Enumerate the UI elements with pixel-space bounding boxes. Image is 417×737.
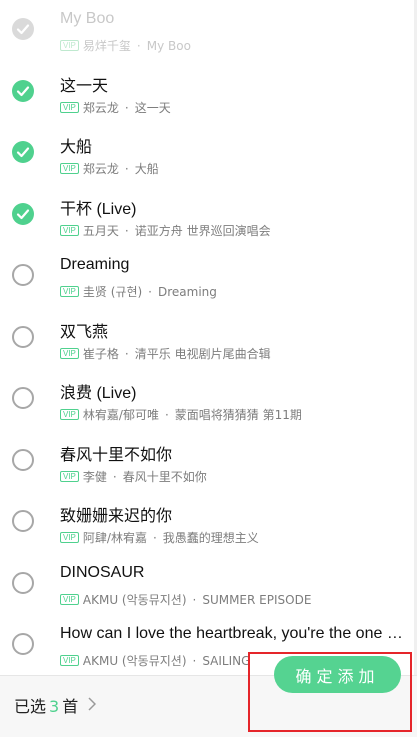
vip-badge: VIP bbox=[60, 101, 79, 113]
meta-separator: · bbox=[112, 469, 117, 484]
meta-separator: · bbox=[136, 39, 141, 53]
song-title: 双飞燕 bbox=[60, 323, 109, 341]
song-album: 大船 bbox=[134, 162, 159, 176]
empty-circle-icon[interactable] bbox=[12, 264, 34, 286]
selected-prefix: 已选 bbox=[14, 697, 47, 716]
vip-badge: VIP bbox=[60, 532, 79, 543]
selected-suffix: 首 bbox=[62, 697, 79, 716]
song-meta: VIP 圭贤 (규현) · Dreaming bbox=[60, 283, 406, 300]
song-row[interactable]: 双飞燕 VIP 崔子格 · 清平乐 电视剧片尾曲合辑 bbox=[0, 314, 417, 375]
highlight-box bbox=[248, 652, 412, 732]
vip-badge: VIP bbox=[60, 655, 79, 666]
song-meta: VIP 五月天 · 诺亚方舟 世界巡回演唱会 bbox=[60, 222, 406, 239]
meta-separator: · bbox=[192, 654, 197, 668]
check-circle-icon[interactable] bbox=[12, 202, 34, 225]
meta-separator: · bbox=[124, 346, 129, 361]
song-artist: 五月天 bbox=[82, 223, 119, 238]
song-list: My Boo VIP 易烊千玺 · My Boo 这一天 VIP 郑云龙 · 这一天 大船 VIP 郑云… bbox=[0, 0, 417, 675]
vip-badge: VIP bbox=[60, 224, 79, 236]
song-row[interactable]: 这一天 VIP 郑云龙 · 这一天 bbox=[0, 68, 417, 129]
song-title: 干杯 (Live) bbox=[60, 200, 137, 218]
selected-count-summary[interactable]: 已选 3 首 bbox=[14, 693, 78, 717]
song-title: 这一天 bbox=[60, 77, 109, 95]
song-album: 这一天 bbox=[134, 100, 171, 115]
meta-separator: · bbox=[164, 408, 169, 422]
meta-separator: · bbox=[148, 285, 152, 299]
song-row[interactable]: 浪费 (Live) VIP 林宥嘉/郁可唯 · 蒙面唱将猜猜猜 第11期 bbox=[0, 375, 417, 436]
empty-circle-icon[interactable] bbox=[12, 387, 34, 409]
song-meta: VIP 易烊千玺 · My Boo bbox=[60, 37, 406, 54]
song-title: DINOSAUR bbox=[60, 563, 145, 581]
vip-badge: VIP bbox=[60, 40, 79, 51]
song-album: SUMMER EPISODE bbox=[202, 592, 312, 607]
check-circle-icon[interactable] bbox=[12, 141, 34, 163]
song-title: How can I love the heartbreak, you're th… bbox=[60, 625, 406, 642]
selected-count: 3 bbox=[49, 697, 60, 716]
meta-separator: · bbox=[192, 592, 197, 607]
song-title: 春风十里不如你 bbox=[60, 446, 173, 464]
vip-badge: VIP bbox=[60, 409, 79, 420]
empty-circle-icon[interactable] bbox=[12, 448, 34, 471]
song-artist: 易烊千玺 bbox=[82, 39, 131, 53]
song-meta: VIP 郑云龙 · 这一天 bbox=[60, 99, 406, 116]
check-circle-icon[interactable] bbox=[12, 18, 34, 40]
meta-separator: · bbox=[152, 531, 157, 545]
empty-circle-icon[interactable] bbox=[12, 571, 34, 594]
song-artist: AKMU (악동뮤지션) bbox=[82, 592, 187, 607]
empty-circle-icon[interactable] bbox=[12, 325, 34, 348]
empty-circle-icon[interactable] bbox=[12, 633, 34, 655]
song-row[interactable]: 干杯 (Live) VIP 五月天 · 诺亚方舟 世界巡回演唱会 bbox=[0, 191, 417, 252]
song-meta: VIP AKMU (악동뮤지션) · SUMMER EPISODE bbox=[60, 591, 406, 608]
song-meta: VIP 林宥嘉/郁可唯 · 蒙面唱将猜猜猜 第11期 bbox=[60, 406, 406, 423]
song-album: 诺亚方舟 世界巡回演唱会 bbox=[134, 223, 271, 238]
song-meta: VIP 崔子格 · 清平乐 电视剧片尾曲合辑 bbox=[60, 345, 406, 362]
song-meta: VIP 阿肆/林宥嘉 · 我愚蠢的理想主义 bbox=[60, 529, 406, 546]
song-meta: VIP 郑云龙 · 大船 bbox=[60, 160, 406, 177]
song-artist: 圭贤 (규현) bbox=[82, 285, 143, 299]
vip-badge: VIP bbox=[60, 163, 79, 174]
song-album: SAILING bbox=[202, 654, 251, 668]
meta-separator: · bbox=[124, 162, 129, 176]
song-artist: 李健 bbox=[82, 469, 107, 484]
chevron-right-icon[interactable] bbox=[88, 697, 96, 711]
song-artist: 林宥嘉/郁可唯 bbox=[82, 408, 159, 422]
meta-separator: · bbox=[124, 100, 129, 115]
song-artist: 郑云龙 bbox=[82, 162, 119, 176]
empty-circle-icon[interactable] bbox=[12, 510, 34, 532]
song-row[interactable]: 大船 VIP 郑云龙 · 大船 bbox=[0, 129, 417, 190]
song-title: 致姗姗来迟的你 bbox=[60, 508, 173, 525]
song-title: My Boo bbox=[60, 10, 115, 27]
song-artist: 阿肆/林宥嘉 bbox=[82, 531, 147, 545]
song-row[interactable]: 春风十里不如你 VIP 李健 · 春风十里不如你 bbox=[0, 437, 417, 498]
song-album: 清平乐 电视剧片尾曲合辑 bbox=[134, 346, 271, 361]
song-row[interactable]: 致姗姗来迟的你 VIP 阿肆/林宥嘉 · 我愚蠢的理想主义 bbox=[0, 498, 417, 559]
song-artist: AKMU (악동뮤지션) bbox=[82, 654, 187, 668]
song-album: 春风十里不如你 bbox=[122, 469, 207, 484]
song-album: My Boo bbox=[146, 39, 191, 53]
song-album: Dreaming bbox=[158, 285, 217, 299]
song-row[interactable]: Dreaming VIP 圭贤 (규현) · Dreaming bbox=[0, 252, 417, 313]
vip-badge: VIP bbox=[60, 347, 79, 359]
song-title: 浪费 (Live) bbox=[60, 385, 137, 402]
vip-badge: VIP bbox=[60, 593, 79, 605]
song-row[interactable]: DINOSAUR VIP AKMU (악동뮤지션) · SUMMER EPISODE bbox=[0, 560, 417, 621]
meta-separator: · bbox=[124, 223, 129, 238]
song-meta: VIP 李健 · 春风十里不如你 bbox=[60, 468, 406, 485]
song-title: 大船 bbox=[60, 139, 93, 156]
song-title: Dreaming bbox=[60, 256, 130, 273]
song-artist: 郑云龙 bbox=[82, 100, 119, 115]
check-circle-icon[interactable] bbox=[12, 79, 34, 102]
song-artist: 崔子格 bbox=[82, 346, 119, 361]
vip-badge: VIP bbox=[60, 470, 79, 482]
song-album: 蒙面唱将猜猜猜 第11期 bbox=[174, 408, 302, 422]
song-row[interactable]: My Boo VIP 易烊千玺 · My Boo bbox=[0, 6, 417, 67]
vip-badge: VIP bbox=[60, 286, 79, 297]
song-album: 我愚蠢的理想主义 bbox=[162, 531, 259, 545]
